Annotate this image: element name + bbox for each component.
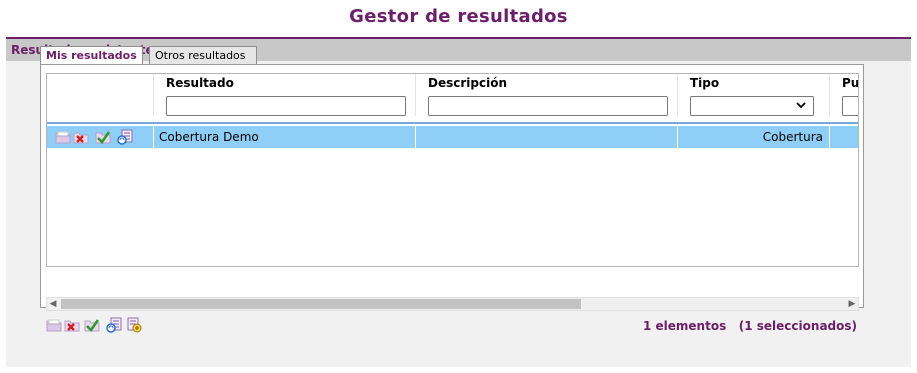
check-icon[interactable]	[95, 129, 111, 145]
filter-cell-resultado	[154, 92, 416, 116]
column-header-resultado[interactable]: Resultado	[154, 74, 416, 92]
table-row[interactable]: Cobertura Demo Cobertura	[47, 126, 858, 148]
filter-resultado-input[interactable]	[166, 96, 406, 116]
page-title: Gestor de resultados	[349, 6, 568, 27]
list-edit-icon[interactable]	[126, 317, 142, 333]
column-header-tipo[interactable]: Tipo	[678, 74, 830, 92]
filter-cell-pu	[830, 92, 858, 116]
filter-cell-descripcion	[416, 92, 678, 116]
tab-content: Resultado Descripción Tipo Pu Cobertura …	[40, 64, 864, 333]
scroll-right-arrow-icon[interactable]: ▶	[845, 297, 859, 311]
list-refresh-icon[interactable]	[117, 129, 133, 145]
column-header-actions	[47, 74, 154, 92]
column-header-pu[interactable]: Pu	[830, 74, 858, 92]
tab-otros-resultados[interactable]: Otros resultados	[149, 46, 257, 64]
selection-count: 1 elementos (1 seleccionados)	[643, 319, 857, 333]
filter-row	[47, 92, 858, 116]
folder-icon[interactable]	[55, 129, 71, 145]
count-elements: 1 elementos	[642, 319, 727, 333]
filter-tipo-select[interactable]	[690, 96, 814, 116]
row-actions-cell	[47, 126, 154, 148]
scroll-left-arrow-icon[interactable]: ◀	[46, 297, 60, 311]
delete-icon[interactable]	[64, 317, 80, 333]
filter-pu-input[interactable]	[842, 96, 858, 116]
list-refresh-icon[interactable]	[106, 317, 122, 333]
tab-mis-resultados[interactable]: Mis resultados	[40, 46, 143, 65]
folder-icon[interactable]	[46, 317, 62, 333]
header-separator	[47, 122, 858, 124]
horizontal-scrollbar[interactable]: ◀ ▶	[46, 297, 859, 311]
scrollbar-thumb[interactable]	[61, 299, 581, 309]
count-selected: (1 seleccionados)	[738, 319, 857, 333]
filter-descripcion-input[interactable]	[428, 96, 668, 116]
check-icon[interactable]	[84, 317, 100, 333]
filter-cell-tipo	[678, 92, 830, 116]
delete-icon[interactable]	[73, 129, 89, 145]
cell-pu[interactable]	[830, 126, 858, 148]
cell-descripcion[interactable]	[416, 126, 678, 148]
cell-tipo[interactable]: Cobertura	[678, 126, 830, 148]
cell-resultado[interactable]: Cobertura Demo	[154, 126, 416, 148]
chevron-down-icon	[795, 99, 807, 114]
results-grid: Resultado Descripción Tipo Pu Cobertura …	[46, 73, 859, 267]
column-header-descripcion[interactable]: Descripción	[416, 74, 678, 92]
filter-cell-empty	[47, 92, 154, 116]
